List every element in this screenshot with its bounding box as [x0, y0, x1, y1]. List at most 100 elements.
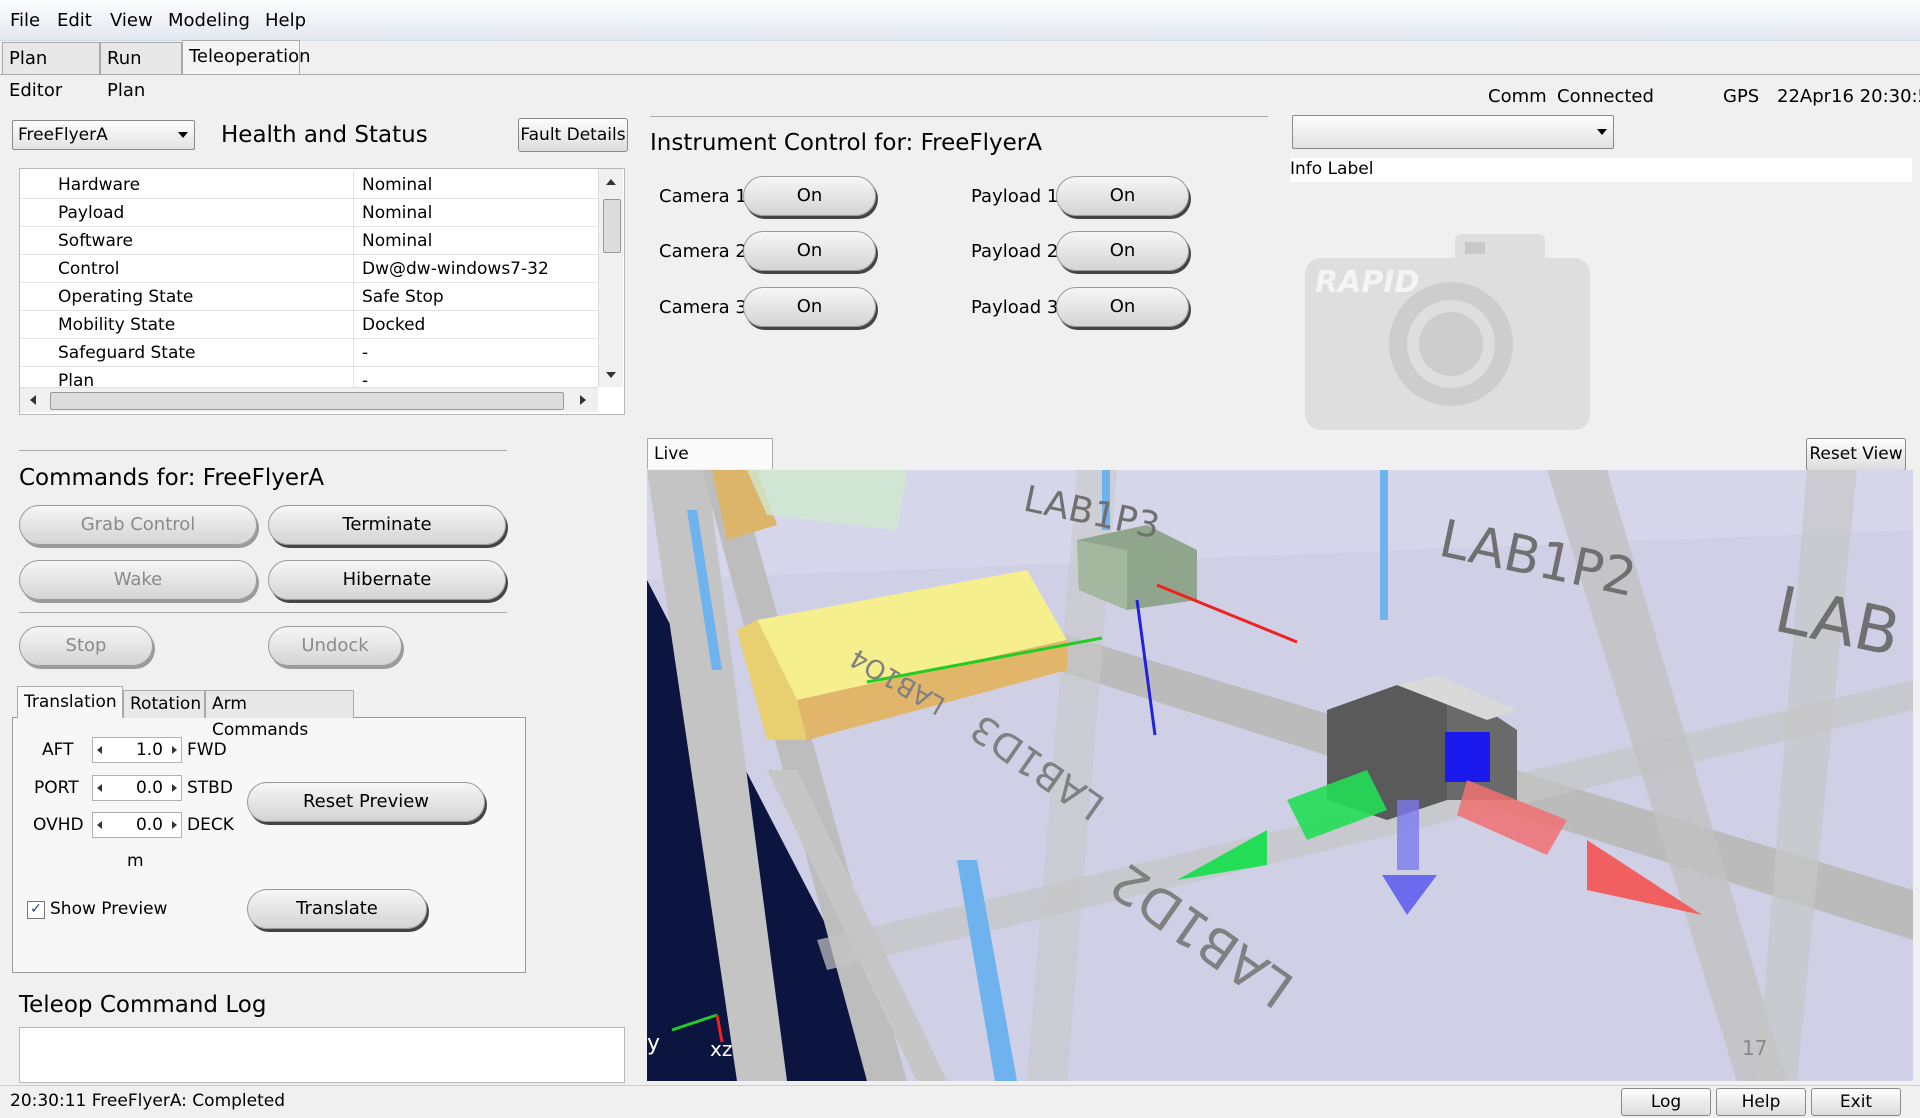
- command-log-title: Teleop Command Log: [19, 992, 267, 1018]
- scroll-thumb-horizontal[interactable]: [50, 392, 564, 410]
- decrement-icon[interactable]: [97, 784, 102, 792]
- stbd-label: STBD: [187, 778, 233, 798]
- payload-1-label: Payload 1: [971, 186, 1059, 207]
- tab-run-plan[interactable]: Run Plan: [100, 42, 182, 101]
- port-label: PORT: [34, 778, 79, 798]
- table-row[interactable]: Operating State Safe Stop: [20, 282, 598, 311]
- health-key: Software: [20, 226, 354, 255]
- stop-button[interactable]: Stop: [19, 626, 153, 666]
- increment-icon[interactable]: [172, 821, 177, 829]
- 3d-telemetry-view[interactable]: LAB1P3 LAB1P2 LAB LAB1O4 LAB1D3 LAB1D2 y…: [647, 470, 1913, 1081]
- health-value: Docked: [353, 310, 598, 339]
- health-key: Operating State: [20, 282, 354, 311]
- robot-select[interactable]: FreeFlyerA: [12, 120, 195, 150]
- fault-details-button[interactable]: Fault Details: [518, 118, 628, 152]
- comm-value: Connected: [1557, 86, 1654, 107]
- payload-2-toggle[interactable]: On: [1056, 231, 1189, 271]
- health-value: Dw@dw-windows7-32: [353, 254, 598, 283]
- exit-button[interactable]: Exit: [1811, 1088, 1901, 1116]
- gps-label: GPS: [1723, 86, 1760, 107]
- translate-button[interactable]: Translate: [247, 889, 427, 929]
- command-log[interactable]: [19, 1027, 625, 1083]
- health-value: -: [353, 338, 598, 367]
- aft-fwd-spinner[interactable]: 1.0: [92, 737, 182, 763]
- menu-edit[interactable]: Edit: [57, 10, 92, 31]
- decrement-icon[interactable]: [97, 746, 102, 754]
- unit-label: m: [127, 851, 144, 871]
- instrument-title: Instrument Control for: FreeFlyerA: [650, 130, 1042, 156]
- table-row[interactable]: Safeguard State -: [20, 338, 598, 367]
- port-stbd-spinner[interactable]: 0.0: [92, 775, 182, 801]
- scroll-thumb[interactable]: [603, 199, 621, 253]
- payload-1-toggle[interactable]: On: [1056, 176, 1189, 216]
- health-value: Nominal: [353, 171, 598, 199]
- camera-3-toggle[interactable]: On: [743, 287, 876, 327]
- horizontal-scrollbar[interactable]: [20, 387, 598, 412]
- info-label-bar: Info Label: [1290, 158, 1912, 182]
- menu-file[interactable]: File: [10, 10, 40, 31]
- payload-3-label: Payload 3: [971, 297, 1059, 318]
- rapid-watermark: RAPID: [1315, 265, 1419, 300]
- axis-y-label: y: [647, 1031, 660, 1056]
- terminate-button[interactable]: Terminate: [268, 505, 506, 545]
- comm-label: Comm: [1488, 86, 1547, 107]
- health-key: Payload: [20, 198, 354, 227]
- hibernate-button[interactable]: Hibernate: [268, 560, 506, 600]
- grab-control-button[interactable]: Grab Control: [19, 505, 257, 545]
- table-row[interactable]: Control Dw@dw-windows7-32: [20, 254, 598, 283]
- fwd-label: FWD: [187, 740, 227, 760]
- wake-button[interactable]: Wake: [19, 560, 257, 600]
- scroll-right-icon[interactable]: [580, 395, 586, 405]
- health-key: Hardware: [20, 171, 354, 199]
- menu-modeling[interactable]: Modeling: [168, 10, 250, 31]
- translation-panel: [12, 717, 526, 973]
- log-button[interactable]: Log: [1621, 1088, 1711, 1116]
- port-stbd-value: 0.0: [135, 778, 163, 798]
- camera-1-toggle[interactable]: On: [743, 176, 876, 216]
- scroll-down-icon[interactable]: [606, 372, 616, 378]
- scroll-up-icon[interactable]: [606, 179, 616, 185]
- robot-select-value: FreeFlyerA: [18, 125, 108, 145]
- menu-view[interactable]: View: [110, 10, 153, 31]
- info-select[interactable]: [1292, 115, 1614, 149]
- divider: [650, 116, 1268, 117]
- reset-preview-button[interactable]: Reset Preview: [247, 782, 485, 822]
- tab-plan-editor[interactable]: Plan Editor: [2, 42, 100, 101]
- show-preview-checkbox[interactable]: ✓: [27, 901, 45, 919]
- health-value: Nominal: [353, 226, 598, 255]
- fps-counter: 17: [1742, 1036, 1767, 1060]
- table-row[interactable]: Payload Nominal: [20, 198, 598, 227]
- health-table: Hardware Nominal Payload Nominal Software Nom…: [19, 168, 625, 415]
- tab-teleoperation[interactable]: Teleoperation: [182, 40, 311, 74]
- payload-3-toggle[interactable]: On: [1056, 287, 1189, 327]
- increment-icon[interactable]: [172, 784, 177, 792]
- info-label: Info Label: [1290, 159, 1374, 179]
- divider: [19, 612, 507, 613]
- reset-view-button[interactable]: Reset View: [1806, 438, 1906, 471]
- camera-2-toggle[interactable]: On: [743, 231, 876, 271]
- tab-live-telemetry[interactable]: Live Telemetry: [647, 438, 773, 494]
- health-key: Mobility State: [20, 310, 354, 339]
- table-row[interactable]: Mobility State Docked: [20, 310, 598, 339]
- ovhd-label: OVHD: [33, 815, 84, 835]
- decrement-icon[interactable]: [97, 821, 102, 829]
- health-value: Safe Stop: [353, 282, 598, 311]
- divider: [19, 450, 507, 451]
- commands-title: Commands for: FreeFlyerA: [19, 465, 325, 491]
- camera-3-label: Camera 3: [659, 297, 747, 318]
- menu-help[interactable]: Help: [265, 10, 306, 31]
- scroll-left-icon[interactable]: [30, 395, 36, 405]
- ovhd-deck-spinner[interactable]: 0.0: [92, 812, 182, 838]
- table-row[interactable]: Software Nominal: [20, 226, 598, 255]
- tab-arm-commands[interactable]: Arm Commands: [205, 690, 354, 740]
- tab-rotation[interactable]: Rotation: [123, 690, 205, 718]
- help-button[interactable]: Help: [1716, 1088, 1806, 1116]
- datetime: 22Apr16 20:30:52: [1777, 86, 1920, 107]
- payload-2-label: Payload 2: [971, 241, 1059, 262]
- health-table-body: Hardware Nominal Payload Nominal Software Nom…: [20, 171, 598, 395]
- vertical-scrollbar[interactable]: [598, 169, 623, 387]
- tab-translation[interactable]: Translation: [17, 686, 123, 718]
- table-row[interactable]: Hardware Nominal: [20, 171, 598, 199]
- undock-button[interactable]: Undock: [268, 626, 402, 666]
- increment-icon[interactable]: [172, 746, 177, 754]
